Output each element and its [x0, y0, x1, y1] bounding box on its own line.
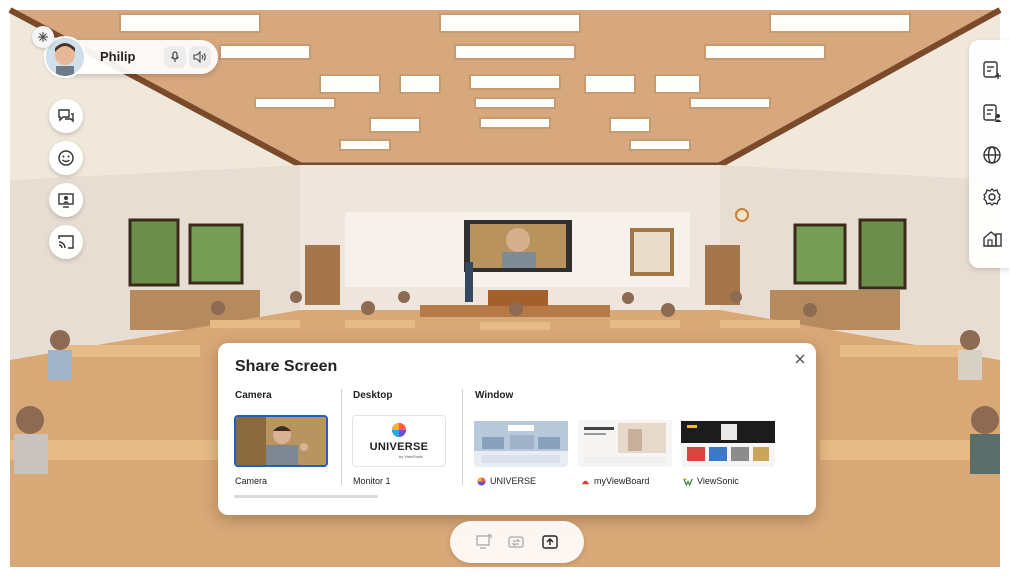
monitor-icon [476, 534, 492, 549]
sparkle-icon [38, 32, 48, 42]
section-label-desktop: Desktop [353, 390, 393, 401]
share-screen-icon [58, 193, 74, 208]
switch-button[interactable] [506, 532, 526, 552]
myviewboard-app-icon [581, 480, 590, 484]
window-option-myviewboard[interactable] [578, 415, 672, 467]
globe-icon [983, 146, 1001, 164]
participants-button[interactable] [981, 102, 1003, 124]
user-card: Philip [44, 36, 218, 78]
right-toolbar [969, 40, 1010, 268]
camera-option-label: Camera [235, 476, 268, 486]
window-label-universe: UNIVERSE [477, 476, 536, 486]
add-board-icon [983, 61, 1001, 79]
microphone-icon [171, 51, 179, 62]
divider [462, 389, 463, 485]
participants-icon [983, 104, 1002, 122]
emoji-icon [58, 150, 74, 166]
speaker-icon [193, 51, 206, 63]
add-board-button[interactable] [981, 59, 1003, 81]
viewsonic-window-preview [681, 415, 775, 467]
window-label-text: ViewSonic [697, 476, 739, 486]
upload-button[interactable] [540, 532, 560, 552]
avatar-settings-button[interactable] [32, 26, 54, 48]
cast-icon [58, 235, 74, 249]
settings-button[interactable] [981, 186, 1003, 208]
chat-button[interactable] [49, 99, 83, 133]
viewsonic-app-icon [683, 477, 693, 486]
window-option-viewsonic[interactable] [681, 415, 775, 467]
universe-app-icon [477, 476, 486, 486]
mute-button[interactable] [164, 46, 186, 68]
dialog-title: Share Screen [235, 358, 338, 375]
close-icon [795, 354, 805, 364]
switch-icon [508, 536, 524, 548]
cast-button[interactable] [49, 225, 83, 259]
camera-preview [236, 417, 326, 465]
window-label-text: UNIVERSE [490, 476, 537, 486]
universe-window-preview [474, 415, 568, 467]
monitor-source-option[interactable]: UNIVERSE by ViewSonic [352, 415, 446, 467]
section-label-window: Window [475, 390, 514, 401]
home-icon [983, 231, 1002, 247]
user-name: Philip [100, 49, 136, 64]
window-label-myviewboard: myViewBoard [581, 476, 649, 486]
close-button[interactable] [792, 351, 808, 367]
window-option-universe[interactable] [474, 415, 568, 467]
camera-source-option[interactable] [234, 415, 328, 467]
emoji-button[interactable] [49, 141, 83, 175]
globe-button[interactable] [981, 144, 1003, 166]
bottom-toolbar [450, 521, 584, 563]
divider [341, 389, 342, 485]
window-label-text: myViewBoard [594, 476, 650, 486]
share-screen-button[interactable] [49, 183, 83, 217]
section-label-camera: Camera [235, 390, 272, 401]
universe-logo-subtext: by ViewSonic [399, 454, 423, 459]
upload-icon [542, 535, 558, 549]
speaker-button[interactable] [189, 46, 211, 68]
window-label-viewsonic: ViewSonic [683, 476, 739, 486]
home-button[interactable] [981, 228, 1003, 250]
settings-icon [983, 188, 1001, 206]
myviewboard-window-preview [578, 415, 672, 467]
monitor-button[interactable] [474, 532, 494, 552]
monitor-option-label: Monitor 1 [353, 476, 391, 486]
share-screen-dialog: Share Screen Camera Desktop Window Camer… [218, 343, 816, 515]
universe-logo-text: UNIVERSE [369, 441, 429, 453]
horizontal-scrollbar[interactable] [234, 495, 378, 498]
chat-icon [58, 109, 74, 123]
